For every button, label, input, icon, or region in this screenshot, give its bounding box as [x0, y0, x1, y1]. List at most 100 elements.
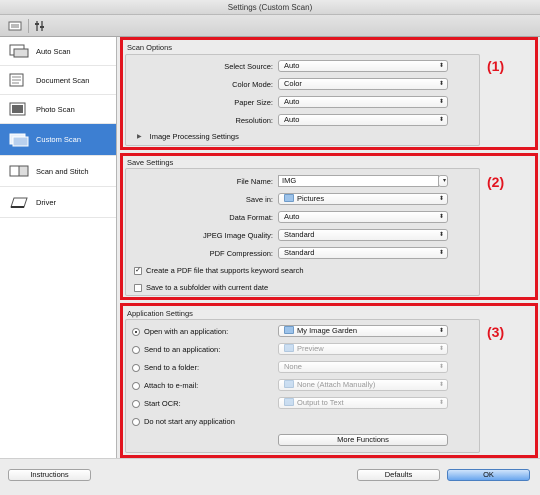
- select-source-label: Select Source:: [224, 62, 273, 71]
- sidebar-item-driver[interactable]: Driver: [0, 187, 116, 218]
- dropdown-arrows-icon: ⬍: [438, 117, 444, 123]
- no-app-radio[interactable]: Do not start any application: [132, 417, 235, 426]
- mail-icon: [284, 380, 294, 388]
- open-with-app-radio[interactable]: Open with an application:: [132, 327, 228, 336]
- application-icon: [284, 344, 294, 352]
- dropdown-arrows-icon: ⬍: [438, 328, 444, 334]
- section-marker-3: (3): [487, 324, 505, 340]
- save-in-dropdown[interactable]: Pictures ⬍: [278, 193, 448, 205]
- send-to-folder-radio[interactable]: Send to a folder:: [132, 363, 199, 372]
- sidebar-item-label: Photo Scan: [36, 104, 75, 114]
- jpeg-quality-dropdown[interactable]: Standard ⬍: [278, 229, 448, 241]
- start-ocr-label: Start OCR:: [144, 399, 181, 408]
- section-marker-2: (2): [487, 174, 505, 190]
- attach-email-dropdown[interactable]: None (Attach Manually) ⬍: [278, 379, 448, 391]
- attach-email-value: None (Attach Manually): [297, 380, 376, 389]
- auto-scan-icon: [8, 43, 30, 59]
- save-settings-section: Save Settings File Name: IMG ▾ Save in: …: [120, 153, 538, 300]
- scan-from-panel-icon[interactable]: [32, 18, 48, 33]
- dropdown-arrows-icon: ⬍: [438, 99, 444, 105]
- folder-icon: [284, 194, 294, 202]
- pdf-compression-value: Standard: [284, 248, 315, 257]
- instructions-button[interactable]: Instructions: [8, 469, 91, 481]
- checkmark-icon: ✓: [134, 266, 142, 275]
- scan-options-title: Scan Options: [127, 43, 173, 52]
- window-title: Settings (Custom Scan): [0, 0, 540, 15]
- resolution-dropdown[interactable]: Auto ⬍: [278, 114, 448, 126]
- sidebar: Auto Scan Document Scan Photo Scan Custo…: [0, 37, 117, 458]
- checkbox-empty-icon: [134, 283, 142, 292]
- image-processing-expander[interactable]: ▶ Image Processing Settings: [137, 132, 239, 141]
- disclosure-triangle-icon: ▶: [137, 134, 142, 140]
- sidebar-item-photo-scan[interactable]: Photo Scan: [0, 95, 116, 124]
- open-with-app-dropdown[interactable]: My Image Garden ⬍: [278, 325, 448, 337]
- sidebar-item-label: Driver: [36, 197, 56, 207]
- send-to-folder-dropdown[interactable]: None ⬍: [278, 361, 448, 373]
- document-scan-icon: [8, 72, 30, 88]
- select-source-value: Auto: [284, 61, 300, 70]
- select-source-dropdown[interactable]: Auto ⬍: [278, 60, 448, 72]
- data-format-dropdown[interactable]: Auto ⬍: [278, 211, 448, 223]
- dropdown-arrows-icon: ⬍: [438, 400, 444, 406]
- dropdown-arrows-icon: ⬍: [438, 81, 444, 87]
- section-marker-1: (1): [487, 58, 505, 74]
- sidebar-item-auto-scan[interactable]: Auto Scan: [0, 37, 116, 66]
- save-in-value: Pictures: [297, 194, 325, 203]
- dropdown-arrows-icon: ⬍: [438, 232, 444, 238]
- pdf-compression-dropdown[interactable]: Standard ⬍: [278, 247, 448, 259]
- save-in-label: Save in:: [245, 195, 273, 204]
- paper-size-dropdown[interactable]: Auto ⬍: [278, 96, 448, 108]
- start-ocr-radio[interactable]: Start OCR:: [132, 399, 181, 408]
- radio-empty-icon: [132, 417, 140, 426]
- send-to-app-radio[interactable]: Send to an application:: [132, 345, 220, 354]
- radio-empty-icon: [132, 399, 140, 408]
- keyword-pdf-label: Create a PDF file that supports keyword …: [146, 266, 304, 275]
- keyword-pdf-checkbox[interactable]: ✓ Create a PDF file that supports keyword…: [134, 266, 304, 275]
- open-with-app-label: Open with an application:: [144, 327, 229, 336]
- sidebar-item-label: Auto Scan: [36, 46, 71, 56]
- file-name-input[interactable]: IMG: [278, 175, 439, 187]
- send-to-folder-label: Send to a folder:: [144, 363, 200, 372]
- open-with-app-value: My Image Garden: [297, 326, 358, 335]
- resolution-value: Auto: [284, 115, 300, 124]
- custom-scan-icon: [8, 132, 30, 148]
- send-to-app-value: Preview: [297, 344, 324, 353]
- sidebar-item-label: Custom Scan: [36, 135, 82, 144]
- color-mode-dropdown[interactable]: Color ⬍: [278, 78, 448, 90]
- sidebar-item-document-scan[interactable]: Document Scan: [0, 66, 116, 95]
- dropdown-arrows-icon: ⬍: [438, 364, 444, 370]
- scan-from-computer-icon[interactable]: [7, 18, 23, 33]
- dropdown-arrows-icon: ⬍: [438, 250, 444, 256]
- data-format-label: Data Format:: [229, 213, 273, 222]
- ok-button[interactable]: OK: [447, 469, 530, 481]
- chevron-down-icon: ▾: [442, 178, 446, 184]
- resolution-label: Resolution:: [235, 116, 273, 125]
- sidebar-item-custom-scan[interactable]: Custom Scan: [0, 124, 116, 156]
- dropdown-arrows-icon: ⬍: [438, 63, 444, 69]
- data-format-value: Auto: [284, 212, 300, 221]
- scan-options-group: Select Source: Auto ⬍ Color Mode: Color ⬍ …: [125, 54, 480, 146]
- footer-bar: Instructions Defaults OK: [0, 458, 540, 495]
- application-settings-group: Open with an application: My Image Garde…: [125, 319, 480, 453]
- main-panel: Scan Options Select Source: Auto ⬍ Color …: [117, 37, 540, 458]
- file-name-label: File Name:: [236, 177, 273, 186]
- radio-empty-icon: [132, 363, 140, 372]
- ocr-icon: [284, 398, 294, 406]
- start-ocr-dropdown[interactable]: Output to Text ⬍: [278, 397, 448, 409]
- toolbar: [0, 15, 540, 37]
- subfolder-date-checkbox[interactable]: Save to a subfolder with current date: [134, 283, 268, 292]
- photo-scan-icon: [8, 101, 30, 117]
- scan-and-stitch-icon: [8, 163, 30, 179]
- color-mode-value: Color: [284, 79, 302, 88]
- attach-email-radio[interactable]: Attach to e-mail:: [132, 381, 198, 390]
- image-processing-label: Image Processing Settings: [149, 132, 239, 141]
- more-functions-button[interactable]: More Functions: [278, 434, 448, 446]
- jpeg-quality-value: Standard: [284, 230, 315, 239]
- sidebar-item-scan-and-stitch[interactable]: Scan and Stitch: [0, 156, 116, 187]
- defaults-button[interactable]: Defaults: [357, 469, 440, 481]
- pdf-compression-label: PDF Compression:: [209, 249, 273, 258]
- scan-options-section: Scan Options Select Source: Auto ⬍ Color …: [120, 37, 538, 150]
- send-to-app-dropdown[interactable]: Preview ⬍: [278, 343, 448, 355]
- file-name-dropdown-button[interactable]: ▾: [438, 175, 448, 187]
- dropdown-arrows-icon: ⬍: [438, 346, 444, 352]
